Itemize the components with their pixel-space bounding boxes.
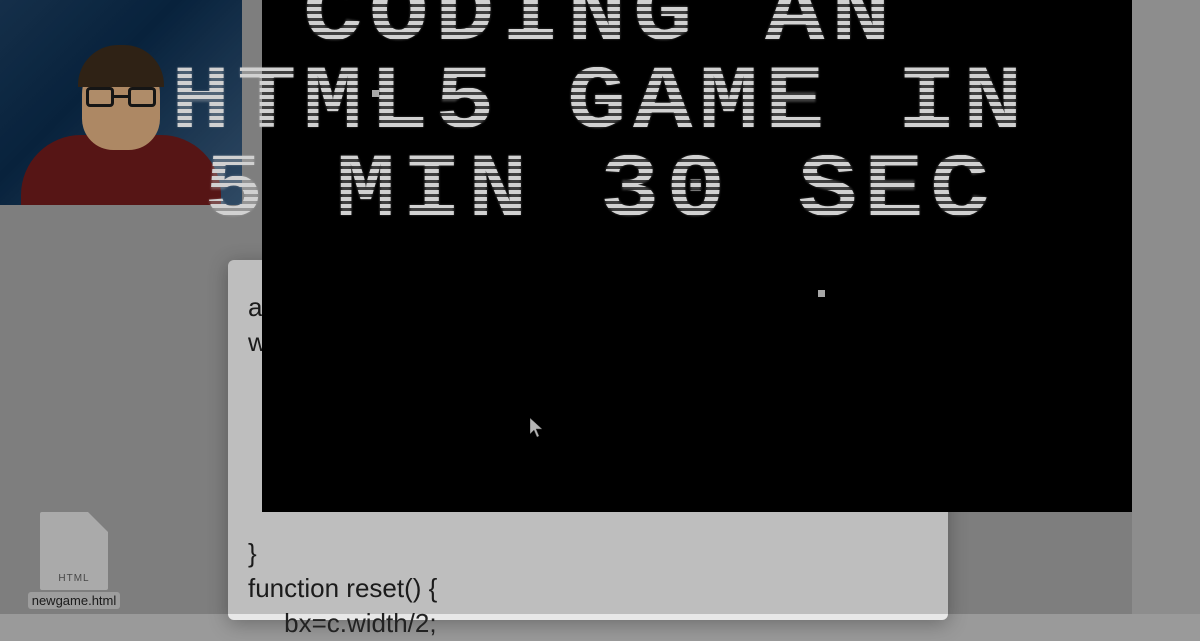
right-panel-strip xyxy=(1132,0,1200,614)
game-pixel xyxy=(372,90,379,97)
desktop-file-icon[interactable]: HTML newgame.html xyxy=(26,512,122,610)
game-pixel xyxy=(818,290,825,297)
file-name-label: newgame.html xyxy=(28,592,121,609)
webcam-feed xyxy=(0,0,242,205)
game-canvas[interactable] xyxy=(262,0,1132,512)
html-file-icon: HTML xyxy=(40,512,108,590)
presenter-avatar xyxy=(31,45,211,205)
file-type-label: HTML xyxy=(40,573,108,584)
mouse-cursor-icon xyxy=(530,418,544,443)
